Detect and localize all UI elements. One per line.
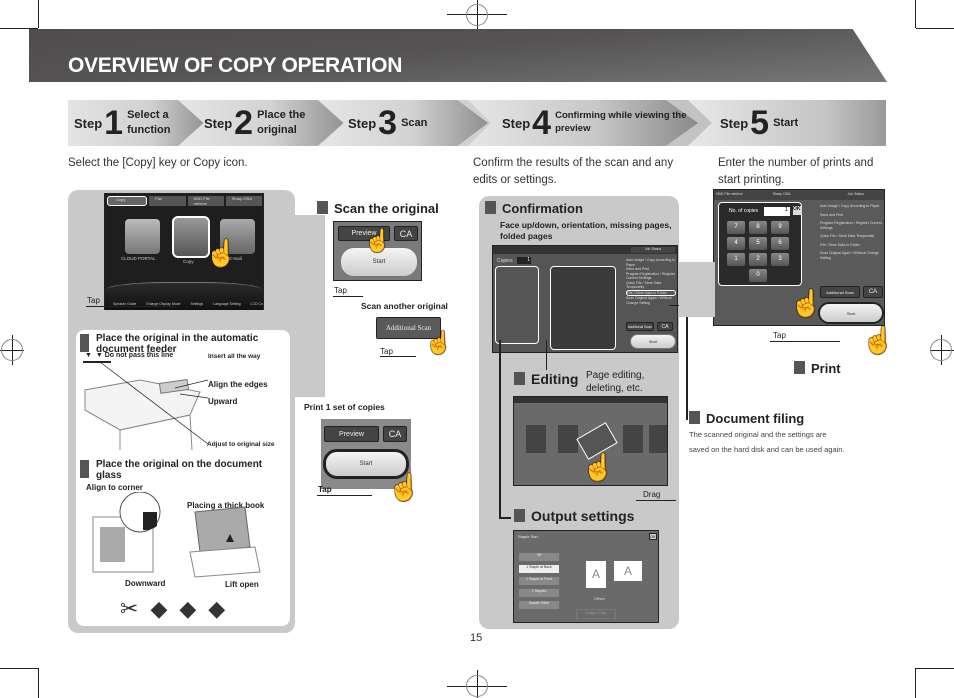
hand-pointer-icon: ☝ xyxy=(790,288,823,318)
keypad-key-0[interactable]: 0 xyxy=(749,269,767,282)
adf-illustration xyxy=(84,361,209,450)
connector-band xyxy=(679,262,715,317)
step5-description: Enter the number of prints and start pri… xyxy=(718,157,874,186)
keypad-key-3[interactable]: 3 xyxy=(771,253,789,266)
torn-prohibited-icon: ◆ xyxy=(150,596,168,621)
output-heading: Output settings xyxy=(514,508,634,524)
keypad-key-2[interactable]: 2 xyxy=(749,253,767,266)
tab-fax[interactable]: Fax xyxy=(149,196,186,206)
crop-mark xyxy=(0,668,38,669)
print-heading: Print xyxy=(794,361,841,376)
step-4: Step 4 Confirming while viewing the previ… xyxy=(468,100,698,146)
scan-panel-image: Preview CA Start ☝ xyxy=(333,221,422,281)
crop-mark xyxy=(915,0,916,28)
keypad-key-5[interactable]: 5 xyxy=(749,237,767,250)
keypad-key-7[interactable]: 7 xyxy=(727,221,745,234)
scan-heading: Scan the original xyxy=(317,201,439,216)
crop-mark xyxy=(0,28,38,29)
tab-osa[interactable]: Sharp OSA xyxy=(225,196,262,206)
glass-illustration xyxy=(92,492,261,578)
preview-button[interactable]: Preview xyxy=(324,426,379,442)
confirmation-screen: Job Status Copies 1 Auto Image / Copy Ac… xyxy=(492,245,678,353)
keypad-key-9[interactable]: 9 xyxy=(771,221,789,234)
keypad-key-4[interactable]: 4 xyxy=(727,237,745,250)
crop-mark xyxy=(915,668,916,698)
registration-circle xyxy=(466,4,488,26)
folded-prohibited-icon: ◆ xyxy=(179,596,197,621)
page-number: 15 xyxy=(470,632,483,644)
step1-description: Select the [Copy] key or Copy icon. xyxy=(68,157,248,169)
additional-scan-button[interactable]: Additional Scan xyxy=(820,286,860,298)
document-filing-heading: Document filing xyxy=(689,411,804,426)
registration-circle xyxy=(930,339,952,361)
crop-mark xyxy=(916,28,954,29)
page-title: OVERVIEW OF COPY OPERATION xyxy=(68,54,403,77)
hand-pointer-icon: ☝ xyxy=(205,238,238,268)
preview-image[interactable] xyxy=(550,266,616,350)
cloud-portal-icon[interactable] xyxy=(125,219,160,254)
steps-bar: Step 1 Select a function Step 2 Place the… xyxy=(68,100,886,146)
editing-screen: ☝ xyxy=(513,396,668,486)
hand-pointer-icon: ☝ xyxy=(862,325,895,355)
connector-band xyxy=(295,215,325,397)
tab-hdd[interactable]: HDD File retrieve xyxy=(187,196,224,206)
tap-label: Tap xyxy=(87,296,100,305)
editing-heading: Editing xyxy=(514,371,578,387)
ca-button[interactable]: CA xyxy=(863,286,883,298)
copies-keypad: No. of copies 1 OK 7894561230 xyxy=(718,202,802,286)
step-3: Step 3 Scan xyxy=(318,100,488,146)
glass-heading: Place the original on the document glass xyxy=(80,459,290,481)
crop-mark xyxy=(916,668,954,669)
keypad-key-6[interactable]: 6 xyxy=(771,237,789,250)
output-settings-screen: Staple Sort OK Off 1 Staple at Back 1 St… xyxy=(513,530,659,623)
step4-description: Confirm the results of the scan and any … xyxy=(473,157,674,186)
start-button[interactable]: Start xyxy=(818,302,884,324)
ok-button[interactable]: OK xyxy=(793,206,802,215)
hand-pointer-icon: ☝ xyxy=(582,452,615,482)
curled-prohibited-icon: ◆ xyxy=(208,596,226,621)
tab-copy[interactable]: Copy xyxy=(107,196,148,206)
keypad-key-8[interactable]: 8 xyxy=(749,221,767,234)
crop-mark xyxy=(38,668,39,698)
step-5: Step 5 Start xyxy=(688,100,886,146)
ca-button[interactable]: CA xyxy=(383,426,407,442)
ca-button[interactable]: CA xyxy=(394,226,418,241)
confirmation-heading: Confirmation xyxy=(485,201,583,216)
hand-pointer-icon: ☝ xyxy=(388,472,421,502)
crop-mark xyxy=(38,0,39,28)
registration-circle xyxy=(466,675,488,697)
hand-pointer-icon: ☝ xyxy=(425,330,453,355)
registration-circle xyxy=(1,339,23,361)
clip-prohibited-icon: ✂ xyxy=(120,596,139,621)
keypad-key-1[interactable]: 1 xyxy=(727,253,745,266)
hand-pointer-icon: ☝ xyxy=(364,228,392,253)
home-screen-image: Copy Fax HDD File retrieve Sharp OSA CLO… xyxy=(104,193,264,310)
prohibited-originals: ✂ ◆ ◆ ◆ xyxy=(120,596,225,622)
copies-input[interactable]: 1 xyxy=(764,207,790,216)
